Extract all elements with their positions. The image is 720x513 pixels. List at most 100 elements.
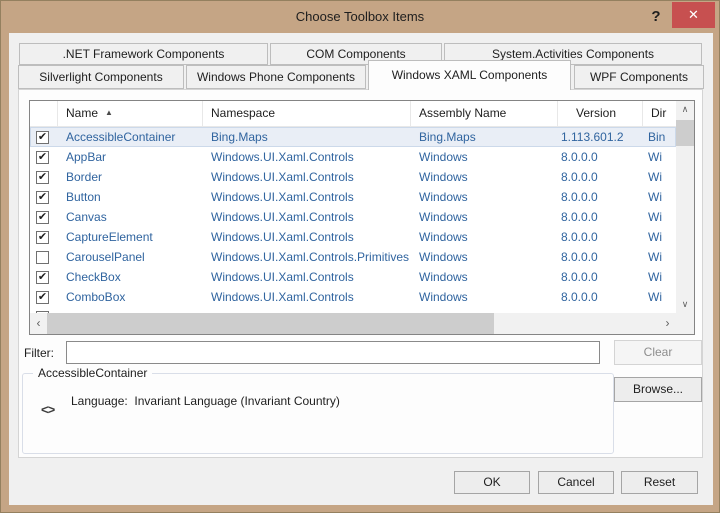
- table-header: Name▲NamespaceAssembly NameVersionDir: [30, 101, 676, 127]
- tab-windows-xaml-components[interactable]: Windows XAML Components: [368, 60, 571, 90]
- cell-dir: Wi: [643, 247, 676, 267]
- cell-dir: Bin: [643, 127, 676, 147]
- checkbox-cell: [30, 247, 58, 267]
- tab-silverlight-components[interactable]: Silverlight Components: [18, 65, 184, 89]
- cell-dir: Wi: [643, 187, 676, 207]
- row-checkbox[interactable]: ✔: [36, 211, 49, 224]
- cell-namespace: Bing.Maps: [203, 127, 411, 147]
- scroll-down-button[interactable]: ∨: [676, 296, 694, 313]
- table-row-border[interactable]: ✔BorderWindows.UI.Xaml.ControlsWindows8.…: [30, 167, 676, 187]
- table-row-checkbox[interactable]: ✔ CheckBoxWindows.UI.Xaml.ControlsWindows…: [30, 267, 676, 287]
- ok-button[interactable]: OK: [454, 471, 530, 494]
- clear-button[interactable]: Clear: [614, 340, 702, 365]
- cell-dir: Wi: [643, 167, 676, 187]
- scroll-up-button[interactable]: ∧: [676, 101, 694, 118]
- row-checkbox[interactable]: ✔: [36, 131, 49, 144]
- cell-assembly: Windows: [411, 167, 558, 187]
- tab-wpf-components[interactable]: WPF Components: [574, 65, 704, 89]
- cell-name: CaptureElement: [58, 227, 203, 247]
- cell-version: 8.0.0.0: [558, 267, 643, 287]
- table-row-combobox[interactable]: ✔ ComboBoxWindows.UI.Xaml.ControlsWindows…: [30, 287, 676, 307]
- cell-assembly: Windows: [411, 207, 558, 227]
- row-checkbox[interactable]: [36, 251, 49, 264]
- column-header-checkbox[interactable]: [30, 101, 58, 126]
- row-checkbox[interactable]: ✔: [36, 191, 49, 204]
- cell-assembly: Bing.Maps: [411, 127, 558, 147]
- cell-namespace: Windows.UI.Xaml.Controls: [203, 187, 411, 207]
- details-groupbox: AccessibleContainer <> Language: Invaria…: [22, 373, 614, 454]
- checkbox-cell: ✔: [30, 187, 58, 207]
- language-info: Language: Invariant Language (Invariant …: [71, 394, 340, 408]
- cell-name: CheckBox: [58, 267, 203, 287]
- cell-assembly: Windows: [411, 147, 558, 167]
- close-button[interactable]: ✕: [672, 2, 715, 28]
- cell-name: Button: [58, 187, 203, 207]
- column-header-name[interactable]: Name▲: [58, 101, 203, 126]
- cell-name: Canvas: [58, 207, 203, 227]
- tab--net-framework-components[interactable]: .NET Framework Components: [19, 43, 268, 65]
- cell-namespace: Windows.UI.Xaml.Controls: [203, 267, 411, 287]
- column-header-version[interactable]: Version: [558, 101, 643, 126]
- row-checkbox[interactable]: ✔: [36, 291, 49, 304]
- cell-version: 1.113.601.2: [558, 127, 643, 147]
- help-button[interactable]: ?: [646, 4, 666, 29]
- checkbox-cell: ✔: [30, 207, 58, 227]
- checkbox-cell: ✔: [30, 127, 58, 147]
- row-checkbox[interactable]: ✔: [36, 151, 49, 164]
- reset-button[interactable]: Reset: [621, 471, 698, 494]
- scroll-left-icon: ‹: [37, 316, 41, 330]
- checkbox-cell: ✔: [30, 227, 58, 247]
- cell-name: CarouselPanel: [58, 247, 203, 267]
- cell-assembly: Windows: [411, 267, 558, 287]
- checkbox-cell: ✔: [30, 267, 58, 287]
- table-row-appbar[interactable]: ✔AppBarWindows.UI.Xaml.ControlsWindows8.…: [30, 147, 676, 167]
- cell-name: Border: [58, 167, 203, 187]
- cell-version: 8.0.0.0: [558, 187, 643, 207]
- cancel-button[interactable]: Cancel: [538, 471, 614, 494]
- row-checkbox[interactable]: ✔: [36, 231, 49, 244]
- filter-input[interactable]: [66, 341, 600, 364]
- code-tag-icon: <>: [41, 402, 54, 417]
- scroll-left-button[interactable]: ‹: [30, 313, 47, 334]
- table-row-button[interactable]: ✔ButtonWindows.UI.Xaml.ControlsWindows8.…: [30, 187, 676, 207]
- cell-namespace: Windows.UI.Xaml.Controls: [203, 167, 411, 187]
- cell-assembly: Windows: [411, 227, 558, 247]
- scroll-down-icon: ∨: [682, 299, 689, 309]
- tab-windows-phone-components[interactable]: Windows Phone Components: [186, 65, 366, 89]
- table-row-canvas[interactable]: ✔CanvasWindows.UI.Xaml.ControlsWindows8.…: [30, 207, 676, 227]
- scroll-up-icon: ∧: [682, 104, 689, 114]
- column-header-namespace[interactable]: Namespace: [203, 101, 411, 126]
- column-header-dir[interactable]: Dir: [643, 101, 676, 126]
- table-rows: ✔AccessibleContainerBing.MapsBing.Maps1.…: [30, 127, 676, 313]
- column-header-assembly-name[interactable]: Assembly Name: [411, 101, 558, 126]
- row-checkbox[interactable]: ✔: [36, 171, 49, 184]
- cell-name: AccessibleContainer: [58, 127, 203, 147]
- horizontal-scroll-thumb[interactable]: [47, 313, 494, 334]
- scrollbar-corner: [676, 313, 694, 334]
- cell-version: 8.0.0.0: [558, 207, 643, 227]
- table-row-accessiblecontainer[interactable]: ✔AccessibleContainerBing.MapsBing.Maps1.…: [30, 127, 676, 147]
- checkbox-cell: ✔: [30, 167, 58, 187]
- vertical-scrollbar[interactable]: ∧ ∨: [676, 101, 694, 313]
- cell-assembly: Windows: [411, 287, 558, 307]
- table-row-carouselpanel[interactable]: CarouselPanelWindows.UI.Xaml.Controls.Pr…: [30, 247, 676, 267]
- vertical-scroll-thumb[interactable]: [676, 120, 694, 146]
- cell-namespace: Windows.UI.Xaml.Controls: [203, 227, 411, 247]
- cell-name: AppBar: [58, 147, 203, 167]
- horizontal-scrollbar[interactable]: ‹ ›: [30, 313, 676, 334]
- cell-dir: Wi: [643, 227, 676, 247]
- browse-button[interactable]: Browse...: [614, 377, 702, 402]
- cell-assembly: Windows: [411, 247, 558, 267]
- cell-name: ComboBox: [58, 287, 203, 307]
- cell-dir: Wi: [643, 287, 676, 307]
- row-checkbox[interactable]: ✔: [36, 271, 49, 284]
- cell-namespace: Windows.UI.Xaml.Controls: [203, 287, 411, 307]
- checkbox-cell: ✔: [30, 147, 58, 167]
- sort-ascending-icon: ▲: [105, 108, 113, 117]
- cell-version: 8.0.0.0: [558, 247, 643, 267]
- table-row-captureelement[interactable]: ✔CaptureElementWindows.UI.Xaml.ControlsW…: [30, 227, 676, 247]
- tab-page-windows-xaml-components: Name▲NamespaceAssembly NameVersionDir ✔ A…: [18, 89, 703, 458]
- cell-version: 8.0.0.0: [558, 287, 643, 307]
- checkbox-cell: ✔: [30, 287, 58, 307]
- scroll-right-button[interactable]: ›: [659, 313, 676, 334]
